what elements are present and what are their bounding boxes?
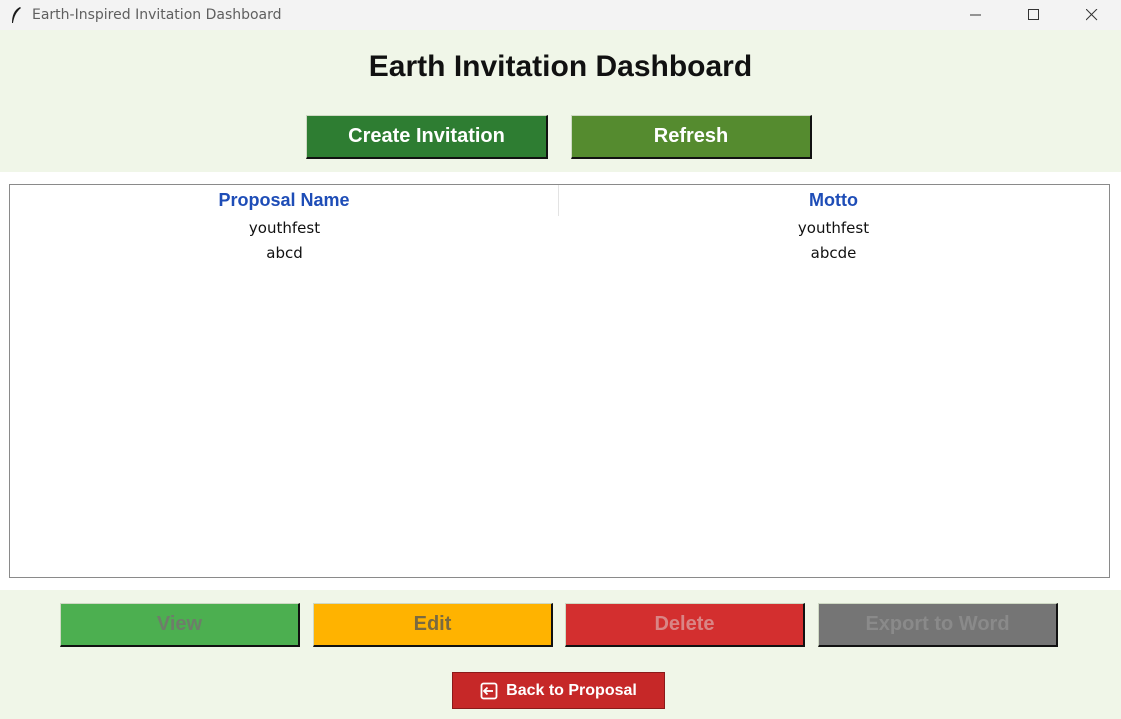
- table-header: Proposal Name Motto: [10, 185, 1109, 216]
- refresh-button[interactable]: Refresh: [571, 115, 812, 159]
- export-to-word-button[interactable]: Export to Word: [818, 603, 1058, 647]
- app-window: Earth-Inspired Invitation Dashboard Eart…: [0, 0, 1121, 719]
- column-header-proposal-name[interactable]: Proposal Name: [10, 185, 559, 216]
- cell-motto: abcde: [810, 244, 857, 262]
- cell-motto: youthfest: [797, 219, 870, 237]
- back-arrow-icon: [480, 682, 498, 700]
- minimize-icon: [970, 14, 981, 16]
- close-button[interactable]: [1063, 0, 1121, 30]
- column-header-motto[interactable]: Motto: [559, 185, 1108, 216]
- page-title: Earth Invitation Dashboard: [368, 50, 753, 83]
- table-row[interactable]: youthfest youthfest: [10, 216, 1109, 241]
- cell-proposal-name: abcd: [266, 244, 303, 262]
- maximize-button[interactable]: [1005, 0, 1063, 30]
- cell-proposal-name: youthfest: [248, 219, 321, 237]
- window-title: Earth-Inspired Invitation Dashboard: [32, 7, 282, 23]
- proposals-table[interactable]: Proposal Name Motto youthfest youthfest …: [9, 184, 1110, 578]
- back-to-proposal-button[interactable]: Back to Proposal: [452, 672, 665, 709]
- edit-button[interactable]: Edit: [313, 603, 553, 647]
- delete-button[interactable]: Delete: [565, 603, 805, 647]
- table-area: Proposal Name Motto youthfest youthfest …: [0, 172, 1121, 590]
- title-bar: Earth-Inspired Invitation Dashboard: [0, 0, 1121, 30]
- view-button[interactable]: View: [60, 603, 300, 647]
- close-icon: [1086, 9, 1098, 21]
- minimize-button[interactable]: [947, 0, 1005, 30]
- window-controls: [947, 0, 1121, 30]
- back-to-proposal-label: Back to Proposal: [506, 681, 637, 699]
- feather-icon: [8, 6, 24, 24]
- create-invitation-button[interactable]: Create Invitation: [306, 115, 548, 159]
- maximize-icon: [1028, 9, 1039, 20]
- table-row[interactable]: abcd abcde: [10, 241, 1109, 266]
